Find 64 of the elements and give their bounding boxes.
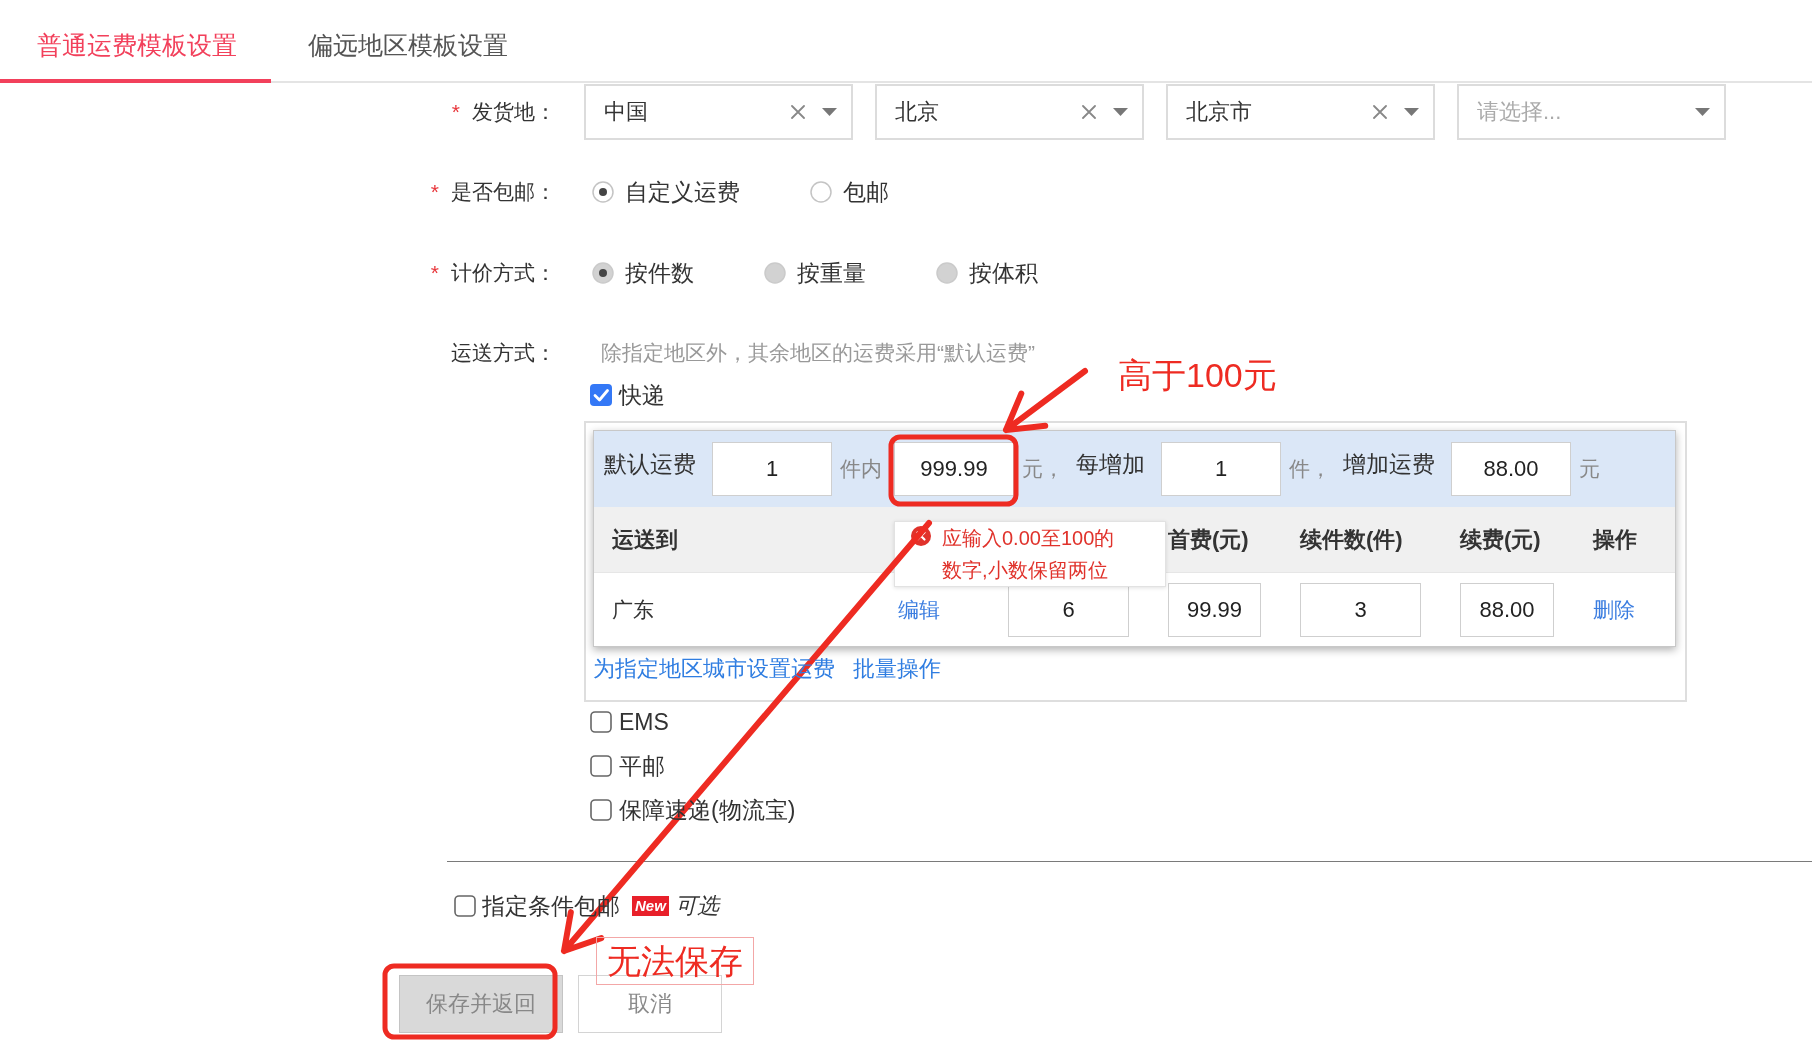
radio-button[interactable] [592,181,614,203]
checkbox-label: 快递 [619,380,665,410]
fee-label: 增加运费 [1343,449,1435,479]
clear-icon[interactable] [1373,105,1387,119]
unit-label: 元 [1579,456,1600,482]
table-link[interactable]: 删除 [1593,595,1635,624]
required-mark: * [430,180,439,204]
tooltip-text: 应输入0.00至100的 数字,小数保留两位 [942,526,1115,583]
select-field[interactable]: 北京市 [1166,84,1435,140]
unit-label: 元， [1022,456,1064,482]
optional-note: 可选 [674,892,719,920]
caret-down-icon [1113,108,1128,116]
field-label: 发货地： [472,99,556,125]
column-header: 续件数(件) [1300,525,1403,554]
caret-down-icon [1695,108,1710,116]
table-input[interactable]: 3 [1300,582,1421,637]
clear-icon[interactable] [1082,105,1096,119]
checkbox-label: EMS [619,708,669,736]
column-header: 运送到 [612,525,678,554]
tab[interactable]: 偏远地区模板设置 [271,0,542,83]
checkbox-label: 平邮 [619,751,665,781]
unit-label: 件， [1289,456,1331,482]
select-field[interactable]: 中国 [584,84,853,140]
column-header: 操作 [1593,525,1637,554]
fee-input[interactable]: 999.99 [894,442,1014,496]
table-link[interactable]: 编辑 [898,595,940,624]
caret-down-icon [822,108,837,116]
radio-label: 包邮 [843,177,889,207]
fee-input[interactable]: 88.00 [1451,442,1571,496]
table-input[interactable]: 99.99 [1168,582,1261,637]
checkbox[interactable] [590,384,612,406]
radio-label: 按件数 [625,258,694,288]
column-header: 续费(元) [1460,525,1541,554]
radio-label: 按重量 [797,258,866,288]
column-header: 首费(元) [1168,525,1249,554]
radio-label: 按体积 [969,258,1038,288]
checkbox[interactable] [590,799,612,821]
checkbox[interactable] [590,711,612,733]
error-icon [911,526,931,546]
radio-label: 自定义运费 [625,177,740,207]
clear-icon[interactable] [791,105,805,119]
required-mark: * [430,261,439,285]
annotation-text: 高于100元 [1118,355,1277,396]
radio-button[interactable] [810,181,832,203]
panel-link[interactable]: 批量操作 [853,654,941,684]
field-label: 计价方式： [451,260,556,286]
fee-label: 每增加 [1076,449,1145,479]
table-input[interactable]: 88.00 [1460,582,1554,637]
fee-label: 默认运费 [604,449,696,479]
table-cell-text: 广东 [612,596,654,623]
new-badge: New [632,896,669,916]
checkbox[interactable] [590,755,612,777]
annotation-label: 无法保存 [596,937,754,985]
tab[interactable]: 普通运费模板设置 [0,0,271,83]
unit-label: 件内 [840,456,882,482]
field-label: 运送方式： [451,340,556,366]
checkbox[interactable] [454,895,476,917]
required-mark: * [451,100,460,124]
caret-down-icon [1404,108,1419,116]
fee-input[interactable]: 1 [1161,442,1281,496]
select-field[interactable]: 北京 [875,84,1144,140]
field-label: 是否包邮： [451,179,556,205]
hint-text: 除指定地区外，其余地区的运费采用“默认运费” [601,340,1035,366]
fee-input[interactable]: 1 [712,442,832,496]
